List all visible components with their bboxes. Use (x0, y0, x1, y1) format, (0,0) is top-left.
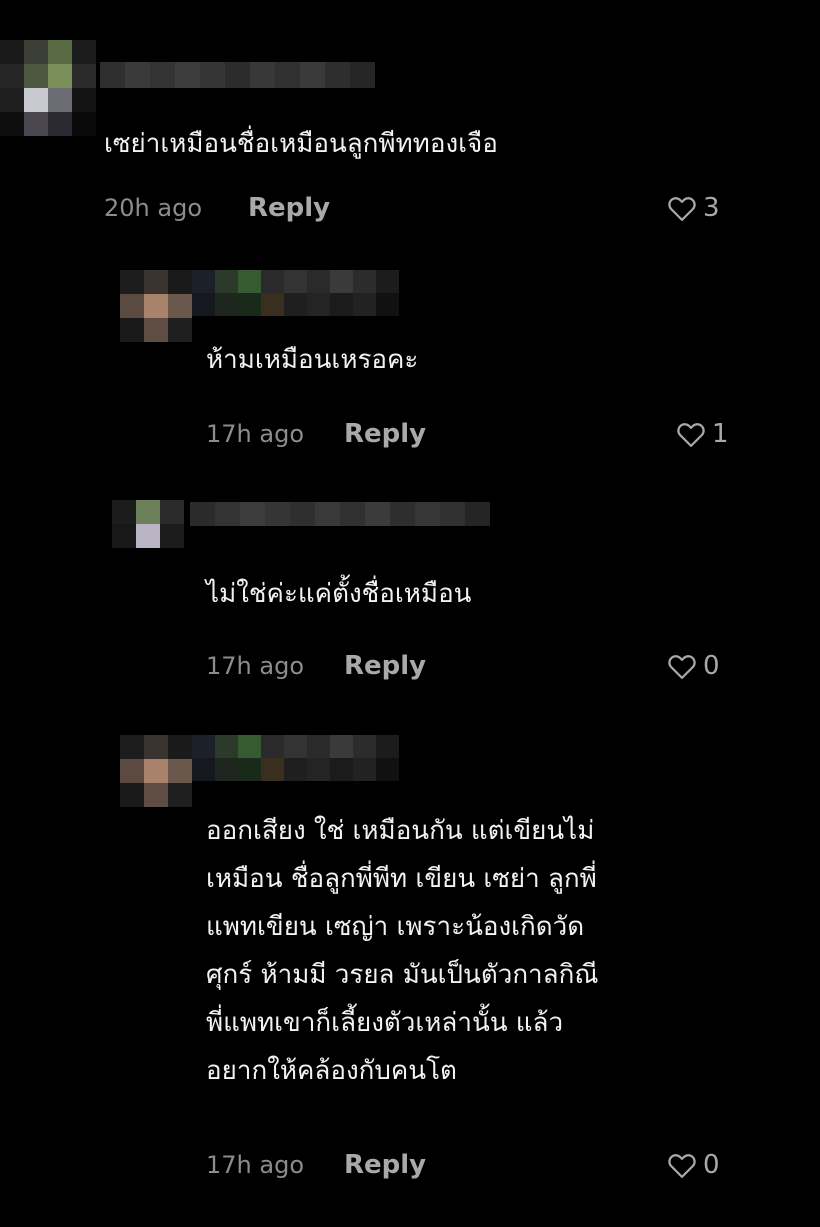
comment-timestamp: 20h ago (104, 194, 203, 222)
comment-actions: 17h ago Reply 0 (0, 1145, 820, 1185)
comment-text: ไม่ใช่ค่ะแค่ตั้งชื่อเหมือน (206, 579, 472, 609)
like-count: 0 (703, 1150, 720, 1180)
comment-text: ออกเสียง ใช่ เหมือนกัน แต่เขียนไม่ เหมือ… (206, 816, 599, 1086)
like-count: 0 (703, 651, 720, 681)
like-count: 3 (703, 193, 720, 223)
heart-outline-icon (668, 1154, 696, 1178)
comment-reply: ออกเสียง ใช่ เหมือนกัน แต่เขียนไม่ เหมือ… (0, 725, 820, 1205)
username-blurred[interactable] (192, 270, 399, 316)
username-blurred[interactable] (192, 735, 399, 781)
comment-actions: 20h ago Reply 3 (0, 188, 820, 228)
avatar[interactable] (0, 40, 96, 136)
like-button[interactable]: 1 (676, 414, 729, 454)
comment-actions: 17h ago Reply 1 (0, 414, 820, 454)
like-count: 1 (712, 419, 729, 449)
reply-button[interactable]: Reply (344, 414, 426, 454)
like-button[interactable]: 0 (667, 646, 720, 686)
username-blurred[interactable] (190, 502, 490, 526)
reply-button[interactable]: Reply (248, 188, 330, 228)
comment-text: ห้ามเหมือนเหรอคะ (206, 345, 419, 375)
like-button[interactable]: 0 (667, 1145, 720, 1185)
like-button[interactable]: 3 (667, 188, 720, 228)
avatar[interactable] (120, 735, 192, 807)
avatar[interactable] (120, 270, 192, 342)
username-blurred[interactable] (100, 62, 375, 88)
heart-outline-icon (677, 423, 705, 447)
comment-timestamp: 17h ago (206, 1151, 305, 1179)
comment-reply: ห้ามเหมือนเหรอคะ 17h ago Reply 1 (0, 260, 820, 470)
heart-outline-icon (668, 655, 696, 679)
comment-actions: 17h ago Reply 0 (0, 646, 820, 686)
comment-timestamp: 17h ago (206, 652, 305, 680)
reply-button[interactable]: Reply (344, 646, 426, 686)
comment-text: เซย่าเหมือนชื่อเหมือนลูกพีททองเจือ (104, 129, 498, 159)
comment-timestamp: 17h ago (206, 420, 305, 448)
avatar[interactable] (112, 500, 184, 548)
heart-outline-icon (668, 197, 696, 221)
reply-button[interactable]: Reply (344, 1145, 426, 1185)
comment-reply: ไม่ใช่ค่ะแค่ตั้งชื่อเหมือน 17h ago Reply… (0, 490, 820, 710)
comment: เซย่าเหมือนชื่อเหมือนลูกพีททองเจือ 20h a… (0, 0, 820, 240)
